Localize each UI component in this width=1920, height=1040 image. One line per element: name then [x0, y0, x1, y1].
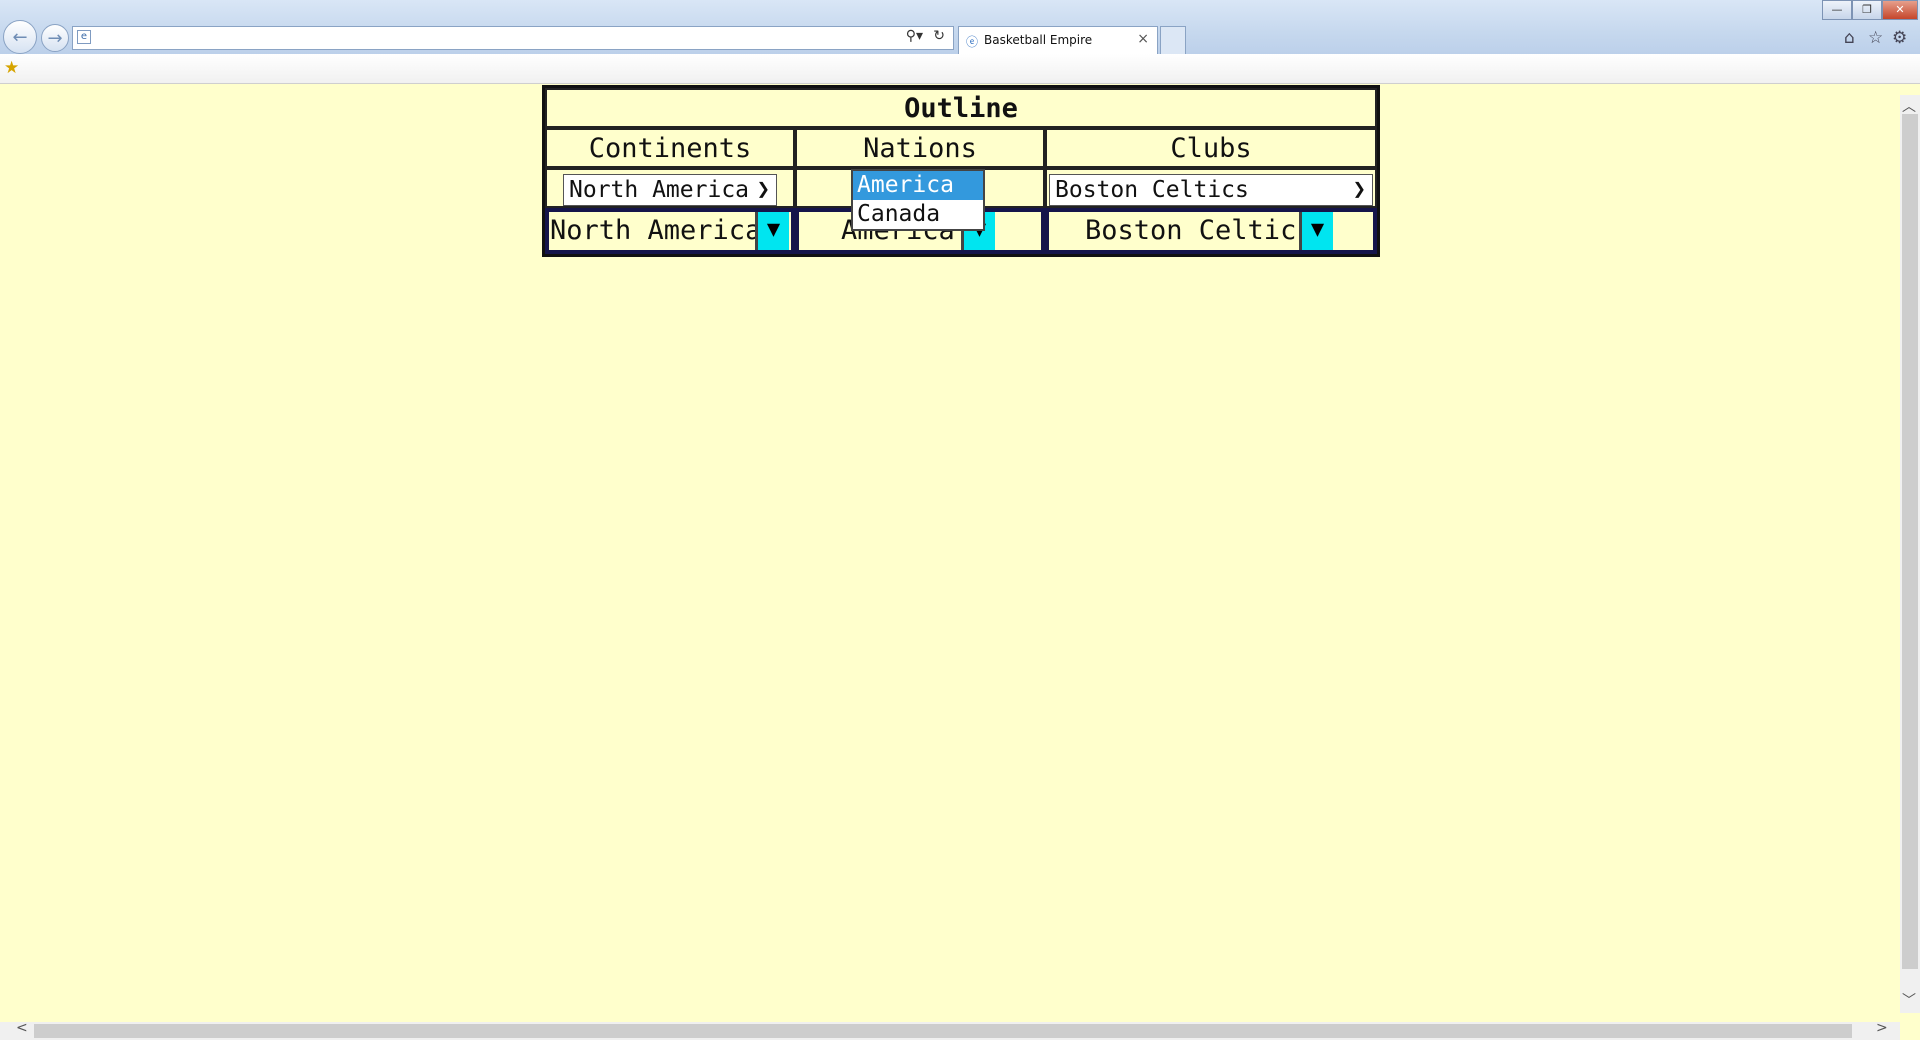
continent-custom-cell: North America ▼ [545, 208, 795, 254]
page-icon: e [77, 30, 91, 44]
club-dropdown-button[interactable]: ▼ [1299, 212, 1333, 250]
nation-dropdown-list: America Canada [851, 169, 985, 231]
forward-arrow-icon: → [47, 27, 63, 49]
favorites-add-icon[interactable]: ★ [4, 58, 19, 78]
club-select[interactable]: Boston Celtics ❯ [1049, 174, 1373, 206]
outline-title: Outline [545, 88, 1377, 128]
club-custom-cell: Boston Celtics ▼ [1045, 208, 1377, 254]
header-continents: Continents [545, 128, 795, 168]
triangle-down-icon: ▼ [1310, 217, 1325, 242]
scroll-left-icon[interactable]: < [16, 1020, 28, 1036]
back-arrow-icon: ← [12, 26, 28, 48]
continent-dropdown-button[interactable]: ▼ [755, 212, 789, 250]
club-custom-value: Boston Celtics [1085, 215, 1313, 246]
continent-native-cell: North America ❯ [545, 168, 795, 208]
star-icon[interactable]: ☆ [1868, 28, 1883, 48]
back-button[interactable]: ← [3, 20, 37, 54]
home-icon[interactable]: ⌂ [1844, 28, 1855, 48]
club-select-value: Boston Celtics [1055, 177, 1249, 203]
new-tab-button[interactable] [1160, 26, 1186, 54]
close-icon[interactable]: × [1137, 31, 1149, 47]
scroll-up-icon[interactable]: ︿ [1902, 96, 1916, 116]
horizontal-scroll-thumb[interactable] [34, 1024, 1852, 1038]
minimize-button[interactable]: — [1822, 0, 1852, 20]
tab-title: Basketball Empire [984, 33, 1093, 47]
club-native-cell: Boston Celtics ❯ [1045, 168, 1377, 208]
header-nations: Nations [795, 128, 1045, 168]
browser-titlebar: — ❐ ✕ ← → e ⚲▾ ↻ ⓔ Basketball Empire × ⌂… [0, 0, 1920, 54]
favorites-bar: ★ [0, 54, 1920, 84]
address-bar[interactable]: e ⚲▾ ↻ [72, 26, 954, 50]
tab-basketball-empire[interactable]: ⓔ Basketball Empire × [958, 26, 1158, 54]
chevron-down-icon: ❯ [756, 177, 770, 202]
continent-custom-value: North America [550, 215, 762, 246]
scroll-right-icon[interactable]: > [1876, 1020, 1888, 1036]
scroll-down-icon[interactable]: ﹀ [1902, 990, 1916, 1010]
continent-select-value: North America [569, 177, 750, 203]
triangle-down-icon: ▼ [766, 217, 781, 242]
nation-option-america[interactable]: America [853, 171, 983, 200]
search-icon[interactable]: ⚲▾ [906, 28, 923, 44]
header-clubs: Clubs [1045, 128, 1377, 168]
chevron-down-icon: ❯ [1352, 177, 1366, 202]
ie-page-icon: ⓔ [966, 35, 979, 49]
nation-option-canada[interactable]: Canada [853, 200, 983, 229]
refresh-icon[interactable]: ↻ [933, 28, 945, 44]
continent-select[interactable]: North America ❯ [563, 174, 777, 206]
gear-icon[interactable]: ⚙ [1892, 28, 1907, 48]
forward-button[interactable]: → [41, 24, 69, 52]
restore-button[interactable]: ❐ [1852, 0, 1882, 20]
vertical-scroll-thumb[interactable] [1902, 114, 1918, 969]
close-window-button[interactable]: ✕ [1882, 0, 1918, 20]
